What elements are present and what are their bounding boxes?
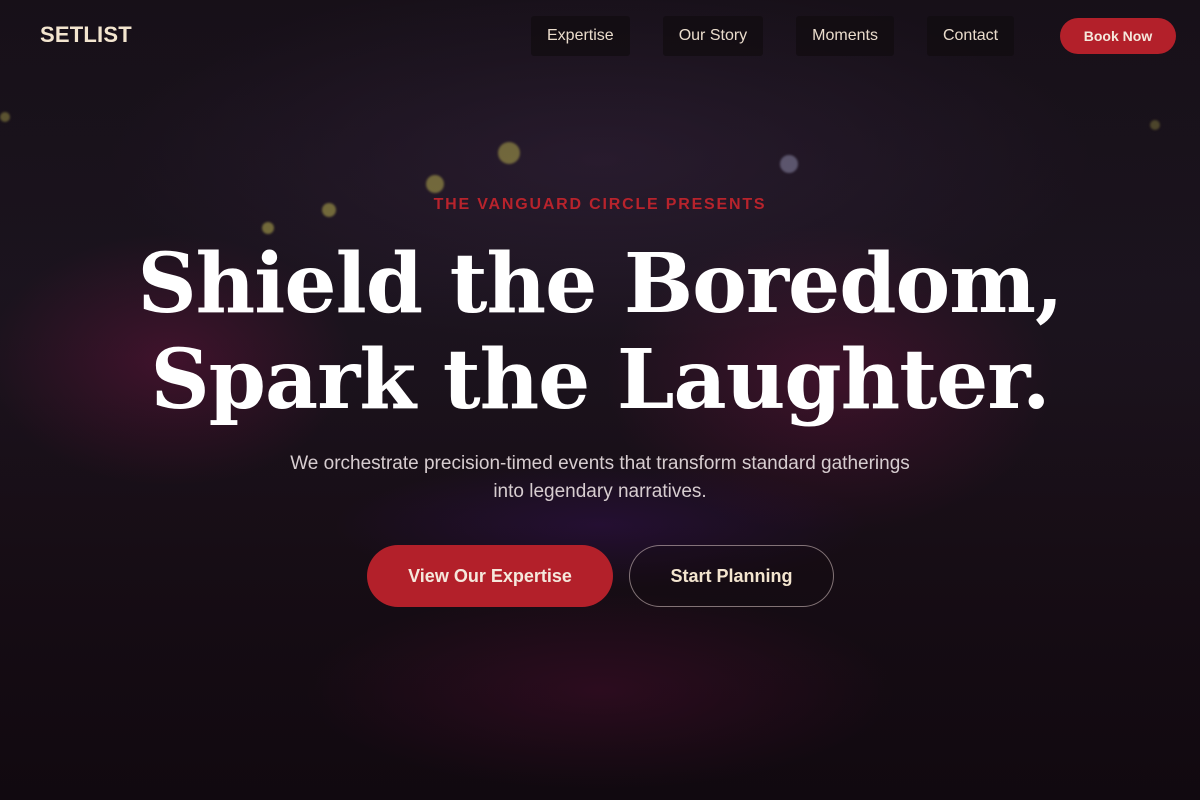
nav-item-moments[interactable]: Moments [796, 16, 894, 56]
headline-line-1: Shield the Boredom, [137, 236, 1063, 332]
nav-item-contact[interactable]: Contact [926, 16, 1015, 56]
hero-eyebrow: THE VANGUARD CIRCLE PRESENTS [433, 196, 767, 213]
site-logo[interactable]: SETLIST [40, 22, 132, 48]
landing-page: SETLIST Expertise Our Story Moments Cont… [0, 0, 1200, 800]
start-planning-button[interactable]: Start Planning [629, 545, 834, 607]
hero-subtitle: We orchestrate precision-timed events th… [290, 453, 910, 502]
headline-line-2: Spark the Laughter. [150, 332, 1050, 428]
main-nav: Expertise Our Story Moments Contact [531, 16, 1015, 56]
book-now-button[interactable]: Book Now [1060, 18, 1176, 54]
view-expertise-button[interactable]: View Our Expertise [367, 545, 613, 607]
site-header: SETLIST Expertise Our Story Moments Cont… [0, 0, 1200, 72]
nav-item-expertise[interactable]: Expertise [531, 16, 630, 56]
hero-headline: Shield the Boredom, Spark the Laughter. [0, 236, 1200, 428]
nav-item-our-story[interactable]: Our Story [662, 16, 764, 56]
